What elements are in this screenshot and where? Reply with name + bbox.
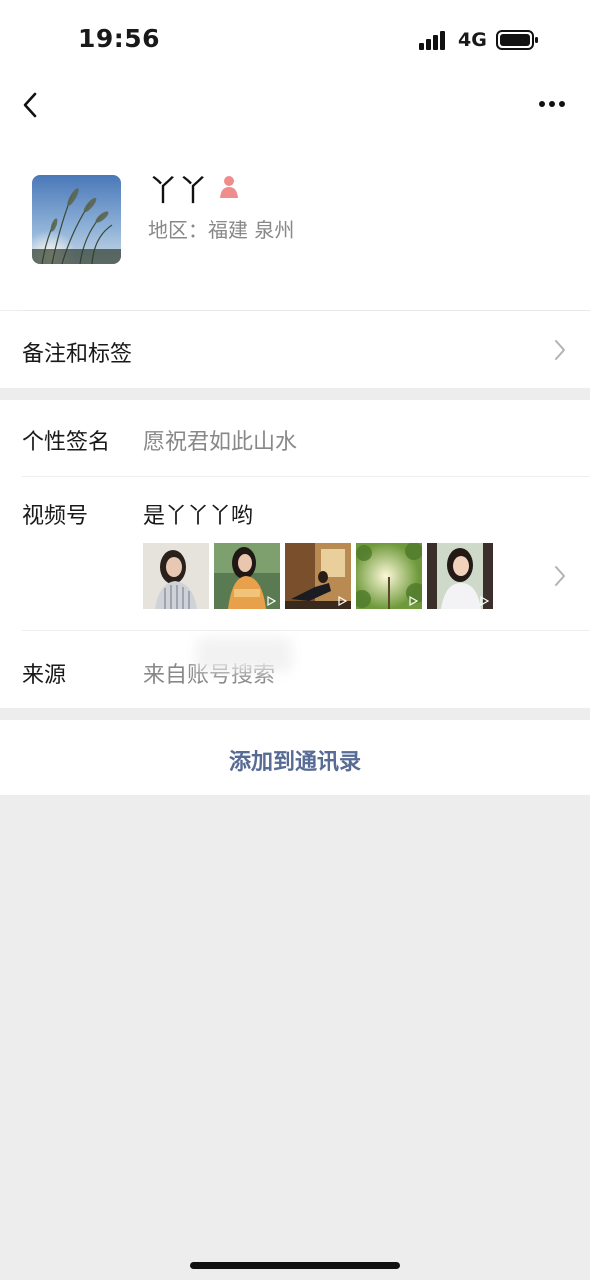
channel-thumbnail[interactable]	[214, 543, 280, 609]
avatar[interactable]	[32, 175, 121, 264]
remarks-label: 备注和标签	[22, 342, 133, 367]
back-icon	[23, 92, 37, 118]
more-options-button[interactable]	[534, 88, 570, 122]
female-icon	[220, 176, 238, 198]
battery-icon	[496, 30, 538, 50]
navigation-bar	[0, 80, 590, 130]
remarks-and-tags-row[interactable]: 备注和标签	[0, 311, 590, 388]
channel-thumbnail[interactable]	[285, 543, 351, 609]
home-indicator[interactable]	[190, 1262, 400, 1269]
channel-thumbnail[interactable]	[356, 543, 422, 609]
chevron-right-icon	[555, 566, 565, 586]
divider	[22, 476, 590, 477]
channels-label: 视频号	[22, 504, 89, 529]
divider	[22, 630, 590, 631]
add-to-contacts-button[interactable]: 添加到通讯录	[0, 720, 590, 795]
channel-thumbnail[interactable]	[427, 543, 493, 609]
channel-thumbnail[interactable]	[143, 543, 209, 609]
channel-name: 是丫丫丫哟	[143, 504, 254, 529]
play-icon	[480, 596, 489, 606]
signature-value: 愿祝君如此山水	[143, 430, 298, 455]
more-icon	[539, 101, 565, 107]
status-time: 19:56	[78, 24, 161, 53]
add-to-contacts-label: 添加到通讯录	[228, 750, 361, 775]
network-label: 4G	[458, 29, 487, 51]
back-button[interactable]	[16, 88, 48, 122]
region: 地区：福建 泉州	[148, 218, 295, 242]
chevron-right-icon	[555, 340, 565, 360]
nickname: 丫丫	[148, 174, 208, 209]
avatar-image	[32, 175, 121, 264]
source-label: 来源	[22, 663, 67, 688]
blur-overlay	[196, 638, 292, 672]
play-icon	[267, 596, 276, 606]
play-icon	[338, 596, 347, 606]
status-bar: 19:56 4G	[0, 0, 590, 80]
details-section: 个性签名 愿祝君如此山水 视频号 是丫丫丫哟 来源 来自账号搜索	[0, 400, 590, 708]
signature-label: 个性签名	[22, 430, 111, 455]
profile-header: 丫丫 地区：福建 泉州	[0, 130, 590, 310]
play-icon	[409, 596, 418, 606]
signal-icon	[419, 31, 445, 50]
